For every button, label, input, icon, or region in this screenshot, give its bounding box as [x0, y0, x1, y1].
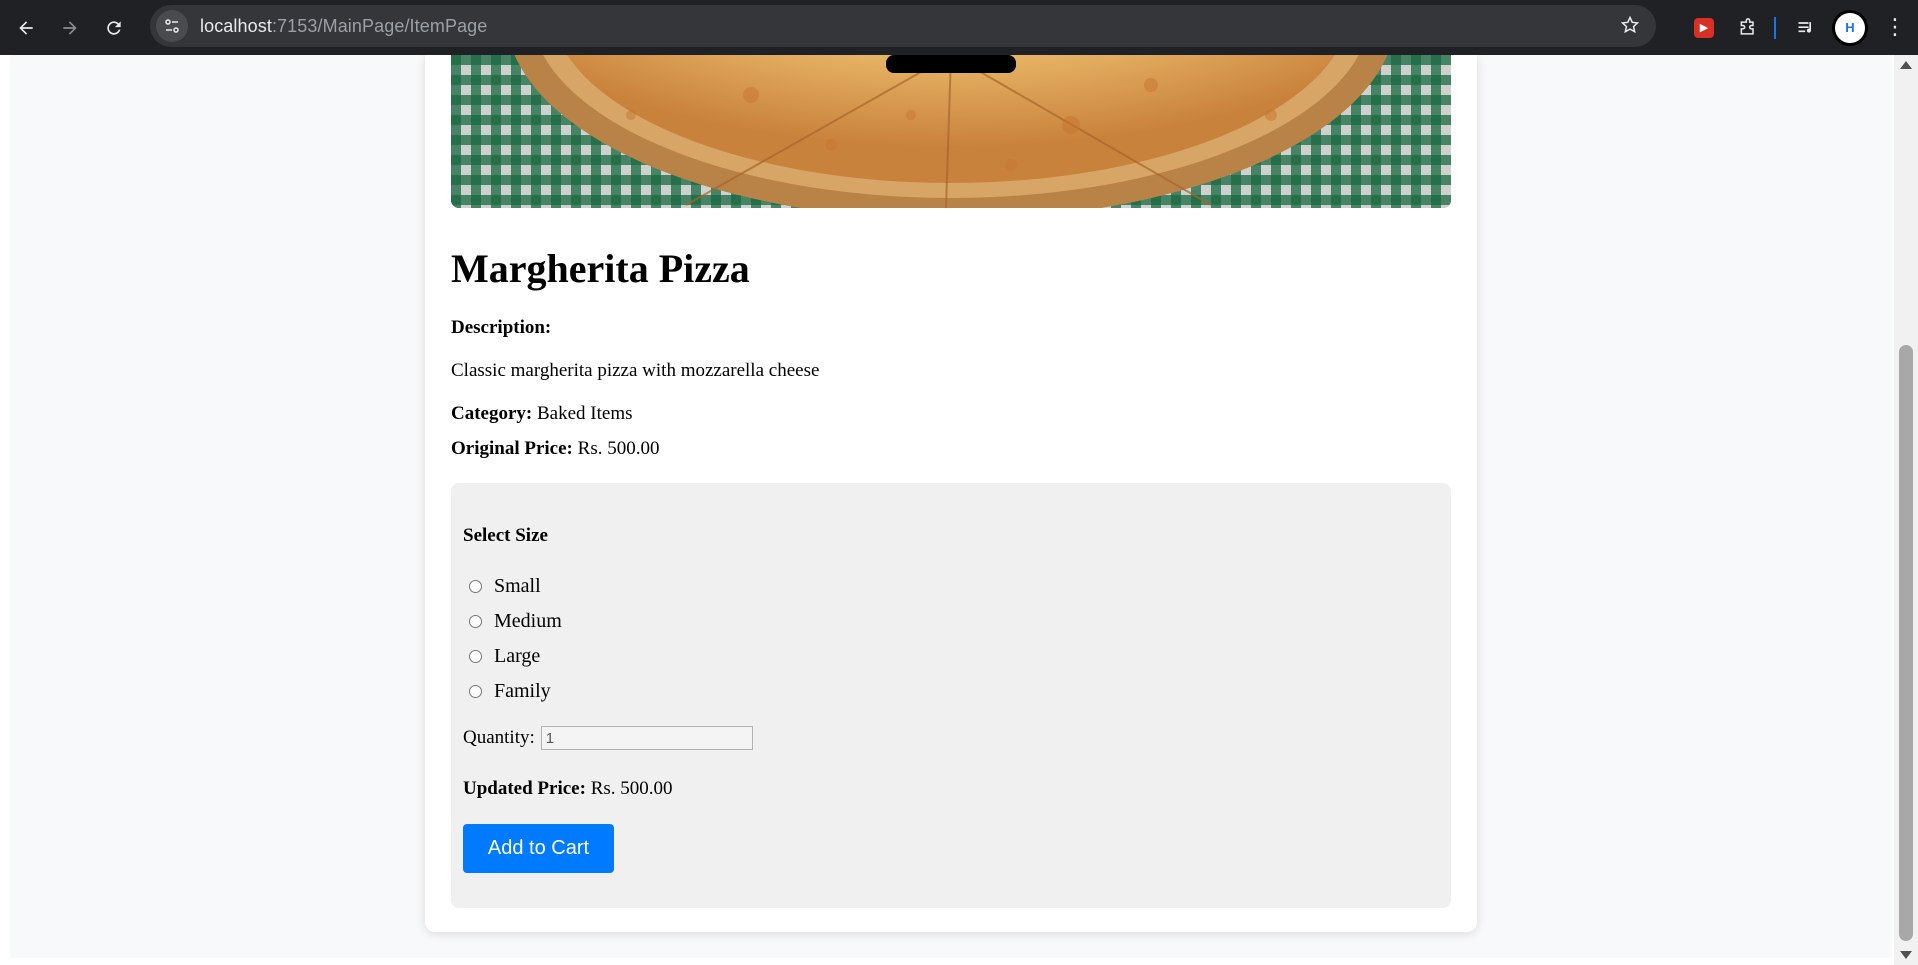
toolbar-separator [1774, 16, 1776, 39]
url-host: localhost [200, 15, 272, 36]
scroll-up-icon[interactable] [1900, 61, 1912, 69]
original-price-value: Rs. 500.00 [577, 438, 660, 459]
forward-icon[interactable] [52, 10, 88, 46]
size-label-large: Large [494, 645, 541, 667]
page-scrollbar[interactable] [1894, 55, 1918, 965]
item-title: Margherita Pizza [451, 246, 750, 291]
category-label: Category: [451, 403, 533, 424]
category-value: Baked Items [537, 403, 633, 424]
quantity-row: Quantity: [463, 726, 753, 750]
item-card: Margherita Pizza Description: Classic ma… [425, 55, 1477, 932]
reload-icon[interactable] [96, 10, 132, 46]
size-radio-family[interactable] [469, 685, 482, 698]
description-label: Description: [451, 317, 552, 338]
quantity-input[interactable] [540, 726, 753, 750]
scrollbar-thumb[interactable] [1899, 345, 1913, 941]
size-option-small[interactable]: Small [469, 575, 541, 598]
url-text: localhost:7153/MainPage/ItemPage [200, 16, 487, 37]
original-price-line: Original Price: Rs. 500.00 [451, 438, 659, 460]
extension-red-icon[interactable]: ▶ [1686, 10, 1722, 46]
description-label-line: Description: [451, 317, 551, 339]
page-viewport: Margherita Pizza Description: Classic ma… [0, 55, 1918, 965]
item-description: Classic margherita pizza with mozzarella… [451, 360, 820, 381]
size-option-medium[interactable]: Medium [469, 610, 562, 633]
category-line: Category: Baked Items [451, 403, 633, 425]
browser-toolbar: localhost:7153/MainPage/ItemPage ▶ H ⋮ [0, 0, 1918, 55]
extensions-puzzle-icon[interactable] [1730, 10, 1766, 46]
pizza-image [451, 55, 1451, 208]
add-to-cart-button[interactable]: Add to Cart [463, 824, 614, 873]
profile-avatar[interactable]: H [1832, 9, 1868, 46]
site-settings-icon[interactable] [156, 10, 188, 42]
quantity-label: Quantity: [463, 727, 535, 748]
size-label-family: Family [494, 680, 551, 702]
original-price-label: Original Price: [451, 438, 573, 459]
size-radio-large[interactable] [469, 650, 482, 663]
back-icon[interactable] [8, 10, 44, 46]
updated-price-line: Updated Price: Rs. 500.00 [463, 778, 673, 800]
url-path: :7153/MainPage/ItemPage [271, 15, 488, 36]
size-option-family[interactable]: Family [469, 680, 551, 703]
size-options-panel: Select Size Small Medium Large Family Qu… [451, 483, 1451, 908]
media-control-icon[interactable] [1788, 10, 1824, 46]
size-label-small: Small [494, 575, 541, 597]
size-radio-small[interactable] [469, 580, 482, 593]
updated-price-value: Rs. 500.00 [590, 778, 673, 799]
select-size-heading: Select Size [463, 525, 548, 546]
bookmark-star-icon[interactable] [1620, 15, 1640, 40]
size-option-large[interactable]: Large [469, 645, 540, 668]
updated-price-label: Updated Price: [463, 778, 586, 799]
size-radio-medium[interactable] [469, 615, 482, 628]
address-bar[interactable]: localhost:7153/MainPage/ItemPage [150, 5, 1656, 47]
browser-menu-icon[interactable]: ⋮ [1884, 15, 1906, 40]
scroll-down-icon[interactable] [1900, 951, 1912, 959]
size-label-medium: Medium [494, 610, 562, 632]
